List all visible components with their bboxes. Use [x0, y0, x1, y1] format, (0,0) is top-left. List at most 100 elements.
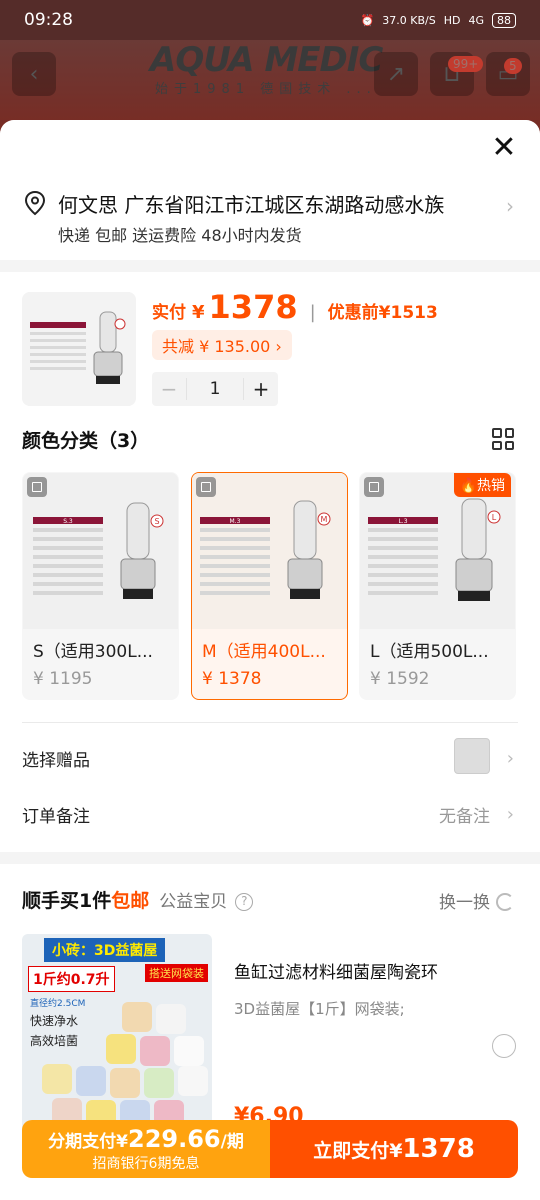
quantity-stepper: − 1 +: [152, 372, 278, 406]
variant-name: S（适用300L...: [33, 642, 153, 662]
variant-name: M（适用400L...: [202, 642, 326, 662]
message-badge: 5: [504, 58, 522, 74]
variant-price: ¥ 1378: [202, 669, 262, 689]
installment-pay-button[interactable]: 分期支付¥229.66/期 招商银行6期免息: [22, 1120, 270, 1178]
status-icons: ⏰ 37.0 KB/S HD 4G 88: [360, 12, 516, 28]
refresh-icon: [496, 893, 514, 911]
variant-section-title: 颜色分类（3）: [22, 430, 150, 452]
chevron-right-icon: ›: [506, 748, 514, 769]
ceramic-cube: [178, 1066, 208, 1096]
remark-row-label[interactable]: 订单备注: [22, 802, 90, 827]
pay-now-label: 立即支付¥: [313, 1139, 403, 1162]
gift-thumbnail[interactable]: [454, 738, 490, 774]
currency-symbol: ¥: [192, 302, 205, 323]
variant-image: S.3 S: [23, 473, 178, 629]
svg-text:S.3: S.3: [63, 518, 73, 525]
addon-title: 顺手买1件包邮 公益宝贝?: [22, 886, 254, 913]
product-card: 实付 ¥ 1378 | 优惠前¥1513 共减 ¥ 135.00 › − 1 +…: [0, 272, 540, 852]
clock: 09:28: [24, 10, 73, 30]
address-card[interactable]: 何文思 广东省阳江市江城区东湖路动感水族 快递 包邮 送运费险 48小时内发货 …: [0, 120, 540, 260]
decrease-button[interactable]: −: [152, 377, 186, 401]
skimmer-image: S.3 S: [33, 502, 164, 599]
back-icon: ‹: [12, 52, 56, 96]
final-price: 1378: [208, 288, 298, 326]
ceramic-cube: [110, 1068, 140, 1098]
discount-pill[interactable]: 共减 ¥ 135.00 ›: [152, 330, 292, 360]
brand-logo: AQUA MEDIC: [150, 40, 383, 80]
hd-icon: HD: [443, 13, 461, 27]
ceramic-cube: [122, 1002, 152, 1032]
paid-label: 实付: [152, 303, 186, 323]
variant-name: L（适用500L...: [370, 642, 489, 662]
image-tag: 1斤约0.7升: [28, 966, 115, 992]
zoom-icon[interactable]: [196, 477, 216, 497]
swap-label: 换一换: [439, 893, 490, 913]
svg-text:M: M: [321, 515, 328, 524]
ceramic-cube: [42, 1064, 72, 1094]
addon-select-radio[interactable]: [492, 1034, 516, 1058]
remark-value[interactable]: 无备注: [439, 802, 490, 827]
skimmer-image: [22, 292, 136, 406]
battery-icon: 88: [492, 12, 516, 28]
zoom-icon[interactable]: [364, 477, 384, 497]
flame-icon: 🔥: [459, 478, 477, 494]
variant-option-s[interactable]: S.3 S S（适用300L... ¥ 1195: [22, 472, 179, 700]
addon-product-image[interactable]: 小砖：3D益菌屋 1斤约0.7升 搭送网袋装 直径约2.5CM 快速净水 高效培…: [22, 934, 212, 1134]
image-text: 直径约2.5CM: [30, 999, 86, 1009]
share-icon: ↗: [374, 52, 418, 96]
hot-sale-badge: 🔥热销: [453, 473, 511, 497]
swap-button[interactable]: 换一换: [439, 888, 514, 913]
ceramic-cube: [156, 1004, 186, 1034]
ceramic-cube: [140, 1036, 170, 1066]
image-tag: 小砖：3D益菌屋: [44, 938, 166, 962]
svg-text:L.3: L.3: [398, 518, 407, 525]
svg-text:S: S: [154, 517, 159, 526]
addon-product-spec: 3D益菌屋【1斤】网袋装;: [234, 1000, 405, 1018]
variant-image: M.3 M: [192, 473, 347, 629]
net-speed: 37.0 KB/S: [382, 13, 436, 27]
price-separator: |: [309, 302, 316, 323]
shipping-info: 快递 包邮 送运费险 48小时内发货: [58, 226, 302, 245]
variant-option-m[interactable]: M.3 M M（适用400L... ¥ 1378: [191, 472, 348, 700]
location-pin-icon: [24, 190, 46, 216]
ceramic-cube: [106, 1034, 136, 1064]
alarm-icon: ⏰: [360, 13, 375, 27]
addon-free-shipping: 包邮: [111, 890, 150, 912]
signal-icon: 4G: [468, 13, 484, 27]
ceramic-cube: [144, 1068, 174, 1098]
variant-price: ¥ 1195: [33, 669, 93, 689]
image-tag: 搭送网袋装: [145, 964, 208, 982]
addon-title-prefix: 顺手买1件: [22, 890, 112, 912]
ceramic-cube: [174, 1036, 204, 1066]
payment-bar: 分期支付¥229.66/期 招商银行6期免息 立即支付¥ 1378: [22, 1120, 518, 1178]
variant-price: ¥ 1592: [370, 669, 430, 689]
chevron-right-icon: ›: [506, 804, 514, 825]
installment-prefix: 分期支付¥: [48, 1132, 128, 1152]
installment-suffix: /期: [220, 1132, 244, 1152]
installment-value: 229.66: [128, 1125, 221, 1153]
grid-view-icon[interactable]: [492, 428, 514, 450]
charity-label: 公益宝贝: [159, 892, 228, 912]
pay-now-amount: 1378: [402, 1134, 475, 1164]
gift-row-label[interactable]: 选择赠品: [22, 746, 90, 771]
close-button[interactable]: ✕: [488, 132, 520, 164]
brand-slogan: 始于1981 德国技术 ...: [155, 82, 377, 97]
skimmer-image: M.3 M: [200, 500, 331, 599]
pay-now-button[interactable]: 立即支付¥ 1378: [270, 1120, 518, 1178]
status-bar: 09:28 ⏰ 37.0 KB/S HD 4G 88: [0, 0, 540, 40]
zoom-icon[interactable]: [27, 477, 47, 497]
addon-product-name[interactable]: 鱼缸过滤材料细菌屋陶瓷环: [234, 958, 438, 983]
help-icon[interactable]: ?: [235, 893, 254, 911]
image-text: 高效培菌: [30, 1034, 79, 1048]
svg-text:M.3: M.3: [230, 518, 241, 525]
ceramic-cube: [76, 1066, 106, 1096]
product-thumbnail[interactable]: [22, 292, 136, 406]
order-sheet: 何文思 广东省阳江市江城区东湖路动感水族 快递 包邮 送运费险 48小时内发货 …: [0, 120, 540, 1200]
variant-option-l[interactable]: L.3 L 🔥热销 L（适用500L... ¥ 1592: [359, 472, 516, 700]
chevron-right-icon: ›: [506, 194, 514, 218]
cart-badge: 99+: [448, 56, 484, 72]
quantity-value[interactable]: 1: [186, 378, 244, 400]
hot-sale-label: 热销: [477, 478, 505, 494]
increase-button[interactable]: +: [244, 377, 278, 401]
price-row: 实付 ¥ 1378 | 优惠前¥1513: [152, 288, 438, 326]
